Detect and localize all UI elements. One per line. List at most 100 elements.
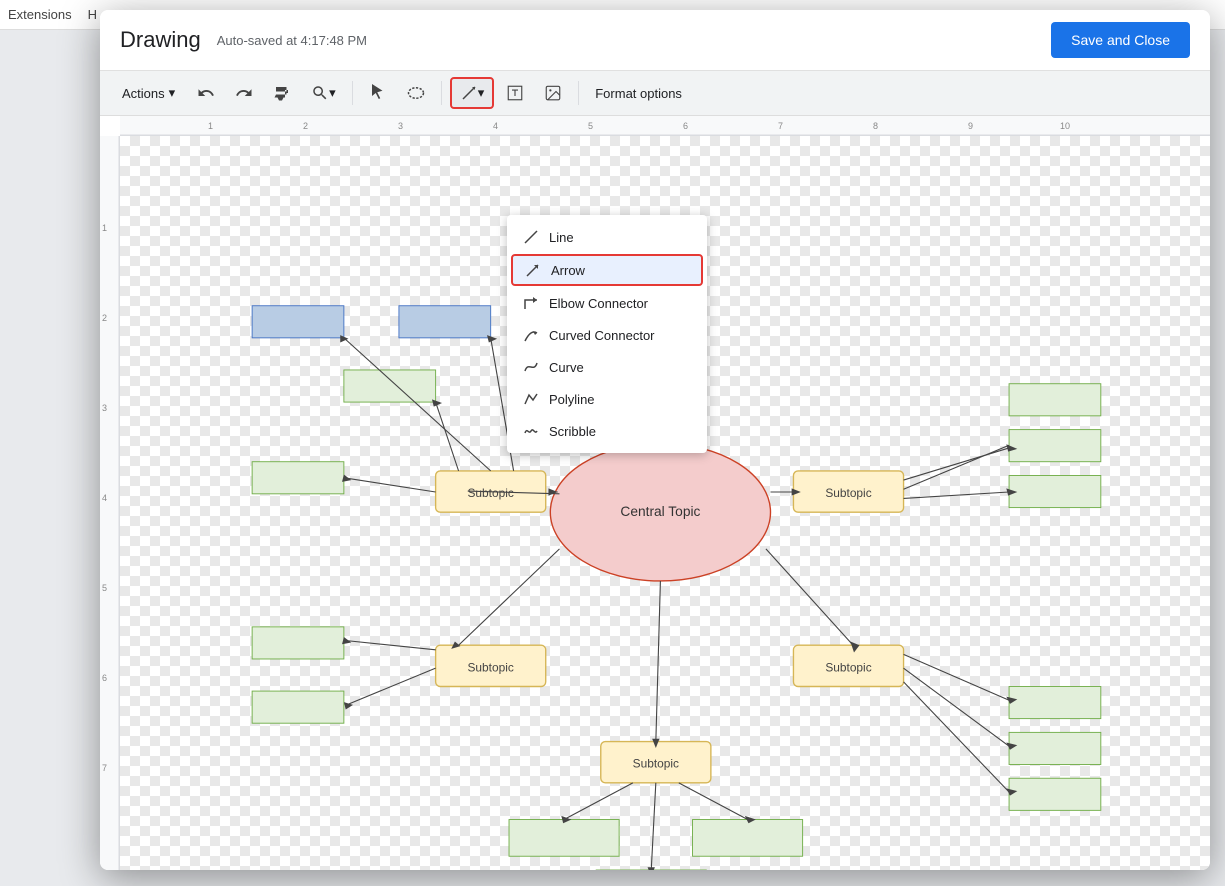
actions-dropdown-button[interactable]: Actions ▾ (112, 80, 185, 106)
dropdown-item-curved[interactable]: Curved Connector (507, 319, 707, 351)
undo-icon (197, 84, 215, 102)
format-options-button[interactable]: Format options (587, 81, 690, 106)
dropdown-item-scribble[interactable]: Scribble (507, 415, 707, 447)
select-icon (369, 84, 387, 102)
arrow-sub-greenright-4 (904, 654, 1010, 700)
green-rect-bottom-1 (509, 820, 619, 857)
dropdown-elbow-label: Elbow Connector (549, 296, 648, 311)
extensions-menu[interactable]: Extensions (8, 7, 72, 22)
canvas-area[interactable]: 1 2 3 4 5 6 7 8 9 10 1 2 3 4 5 6 7 (100, 116, 1210, 870)
line-tool-button[interactable]: ▾ (450, 77, 495, 109)
green-rect-right-4 (1009, 687, 1101, 719)
green-rect-bottom-2 (693, 820, 803, 857)
dropdown-item-polyline[interactable]: Polyline (507, 383, 707, 415)
svg-text:10: 10 (1060, 121, 1070, 131)
line-tool-icon (460, 84, 478, 102)
line-tools-dropdown: Line Arrow (507, 215, 707, 453)
svg-text:7: 7 (102, 763, 107, 773)
arrow-sub-greenright-6 (904, 682, 1010, 792)
green-rect-right-3 (1009, 475, 1101, 507)
subtopic-bottom-label: Subtopic (633, 757, 679, 771)
actions-chevron-icon: ▾ (169, 85, 176, 101)
format-options-label: Format options (595, 86, 682, 101)
svg-text:5: 5 (588, 121, 593, 131)
autosave-text: Auto-saved at 4:17:48 PM (217, 33, 367, 48)
undo-button[interactable] (189, 79, 223, 107)
subtopic-bottomleft-label: Subtopic (468, 660, 514, 674)
green-rect-right-2 (1009, 430, 1101, 462)
dropdown-curve-label: Curve (549, 360, 584, 375)
blue-rect-1 (252, 306, 344, 338)
scribble-icon (523, 423, 539, 439)
arrow-sub-greenleft-2 (347, 641, 436, 650)
dropdown-scribble-label: Scribble (549, 424, 596, 439)
select-button[interactable] (361, 79, 395, 107)
green-rect-right-6 (1009, 778, 1101, 810)
central-topic-label: Central Topic (620, 504, 700, 519)
svg-text:3: 3 (102, 403, 107, 413)
blue-rect-2 (399, 306, 491, 338)
arrow-sub-toprect2 (344, 338, 491, 471)
actions-label: Actions (122, 86, 165, 101)
text-box-button[interactable] (498, 79, 532, 107)
modal-header-left: Drawing Auto-saved at 4:17:48 PM (120, 27, 367, 53)
svg-text:4: 4 (102, 493, 107, 503)
arrow-sub-greenright-5 (904, 668, 1010, 746)
zoom-icon (311, 84, 329, 102)
dropdown-polyline-label: Polyline (549, 392, 595, 407)
zoom-chevron: ▾ (329, 85, 336, 101)
paint-format-button[interactable] (265, 79, 299, 107)
green-rect-right-5 (1009, 732, 1101, 764)
svg-text:7: 7 (778, 121, 783, 131)
green-rect-left-1 (252, 462, 344, 494)
zoom-button[interactable]: ▾ (303, 79, 344, 107)
curve-icon (523, 359, 539, 375)
ruler-left: 1 2 3 4 5 6 7 (100, 136, 120, 870)
svg-text:2: 2 (102, 313, 107, 323)
arrow-sub-toprect (436, 402, 459, 471)
arrow-sub-greenright-3 (904, 492, 1010, 498)
modal-title: Drawing (120, 27, 201, 53)
green-rect-left-3 (252, 691, 344, 723)
subtopic-topleft-label: Subtopic (468, 486, 514, 500)
image-button[interactable] (536, 79, 570, 107)
svg-text:2: 2 (303, 121, 308, 131)
svg-text:3: 3 (398, 121, 403, 131)
line-tool-chevron: ▾ (478, 85, 485, 101)
lasso-icon (407, 84, 425, 102)
dropdown-item-elbow[interactable]: Elbow Connector (507, 287, 707, 319)
ruler-left-svg: 1 2 3 4 5 6 7 (100, 136, 120, 870)
arrow-bottom-3 (651, 783, 656, 870)
arrow-central-bottom (656, 581, 661, 742)
drawing-modal: Drawing Auto-saved at 4:17:48 PM Save an… (100, 10, 1210, 870)
ruler-top-svg: 1 2 3 4 5 6 7 8 9 10 (120, 116, 1210, 136)
dropdown-curved-label: Curved Connector (549, 328, 655, 343)
dropdown-line-label: Line (549, 230, 574, 245)
toolbar-separator-3 (578, 81, 579, 105)
arrow-sub-greenleft-3 (347, 668, 436, 705)
svg-text:9: 9 (968, 121, 973, 131)
dropdown-arrow-label: Arrow (551, 263, 585, 278)
polyline-icon (523, 391, 539, 407)
arrow-sub-greenright-1 (904, 448, 1010, 480)
dropdown-item-curve[interactable]: Curve (507, 351, 707, 383)
elbow-connector-icon (523, 295, 539, 311)
modal-header: Drawing Auto-saved at 4:17:48 PM Save an… (100, 10, 1210, 71)
subtopic-bottomright-label: Subtopic (825, 660, 871, 674)
arrow-sub-greenright-2 (904, 445, 1010, 489)
toolbar: Actions ▾ ▾ ▾ (100, 71, 1210, 116)
redo-button[interactable] (227, 79, 261, 107)
toolbar-separator-1 (352, 81, 353, 105)
image-icon (544, 84, 562, 102)
h-menu[interactable]: H (88, 7, 97, 22)
arrow-sub-green-1 (347, 478, 436, 492)
arrow-bottom-1 (564, 783, 633, 820)
green-rect-top-center (344, 370, 436, 402)
arrow-icon (525, 262, 541, 278)
dropdown-item-line[interactable]: Line (507, 221, 707, 253)
lasso-select-button[interactable] (399, 79, 433, 107)
green-rect-right-1 (1009, 384, 1101, 416)
save-close-button[interactable]: Save and Close (1051, 22, 1190, 58)
svg-text:1: 1 (102, 223, 107, 233)
dropdown-item-arrow[interactable]: Arrow (511, 254, 703, 286)
